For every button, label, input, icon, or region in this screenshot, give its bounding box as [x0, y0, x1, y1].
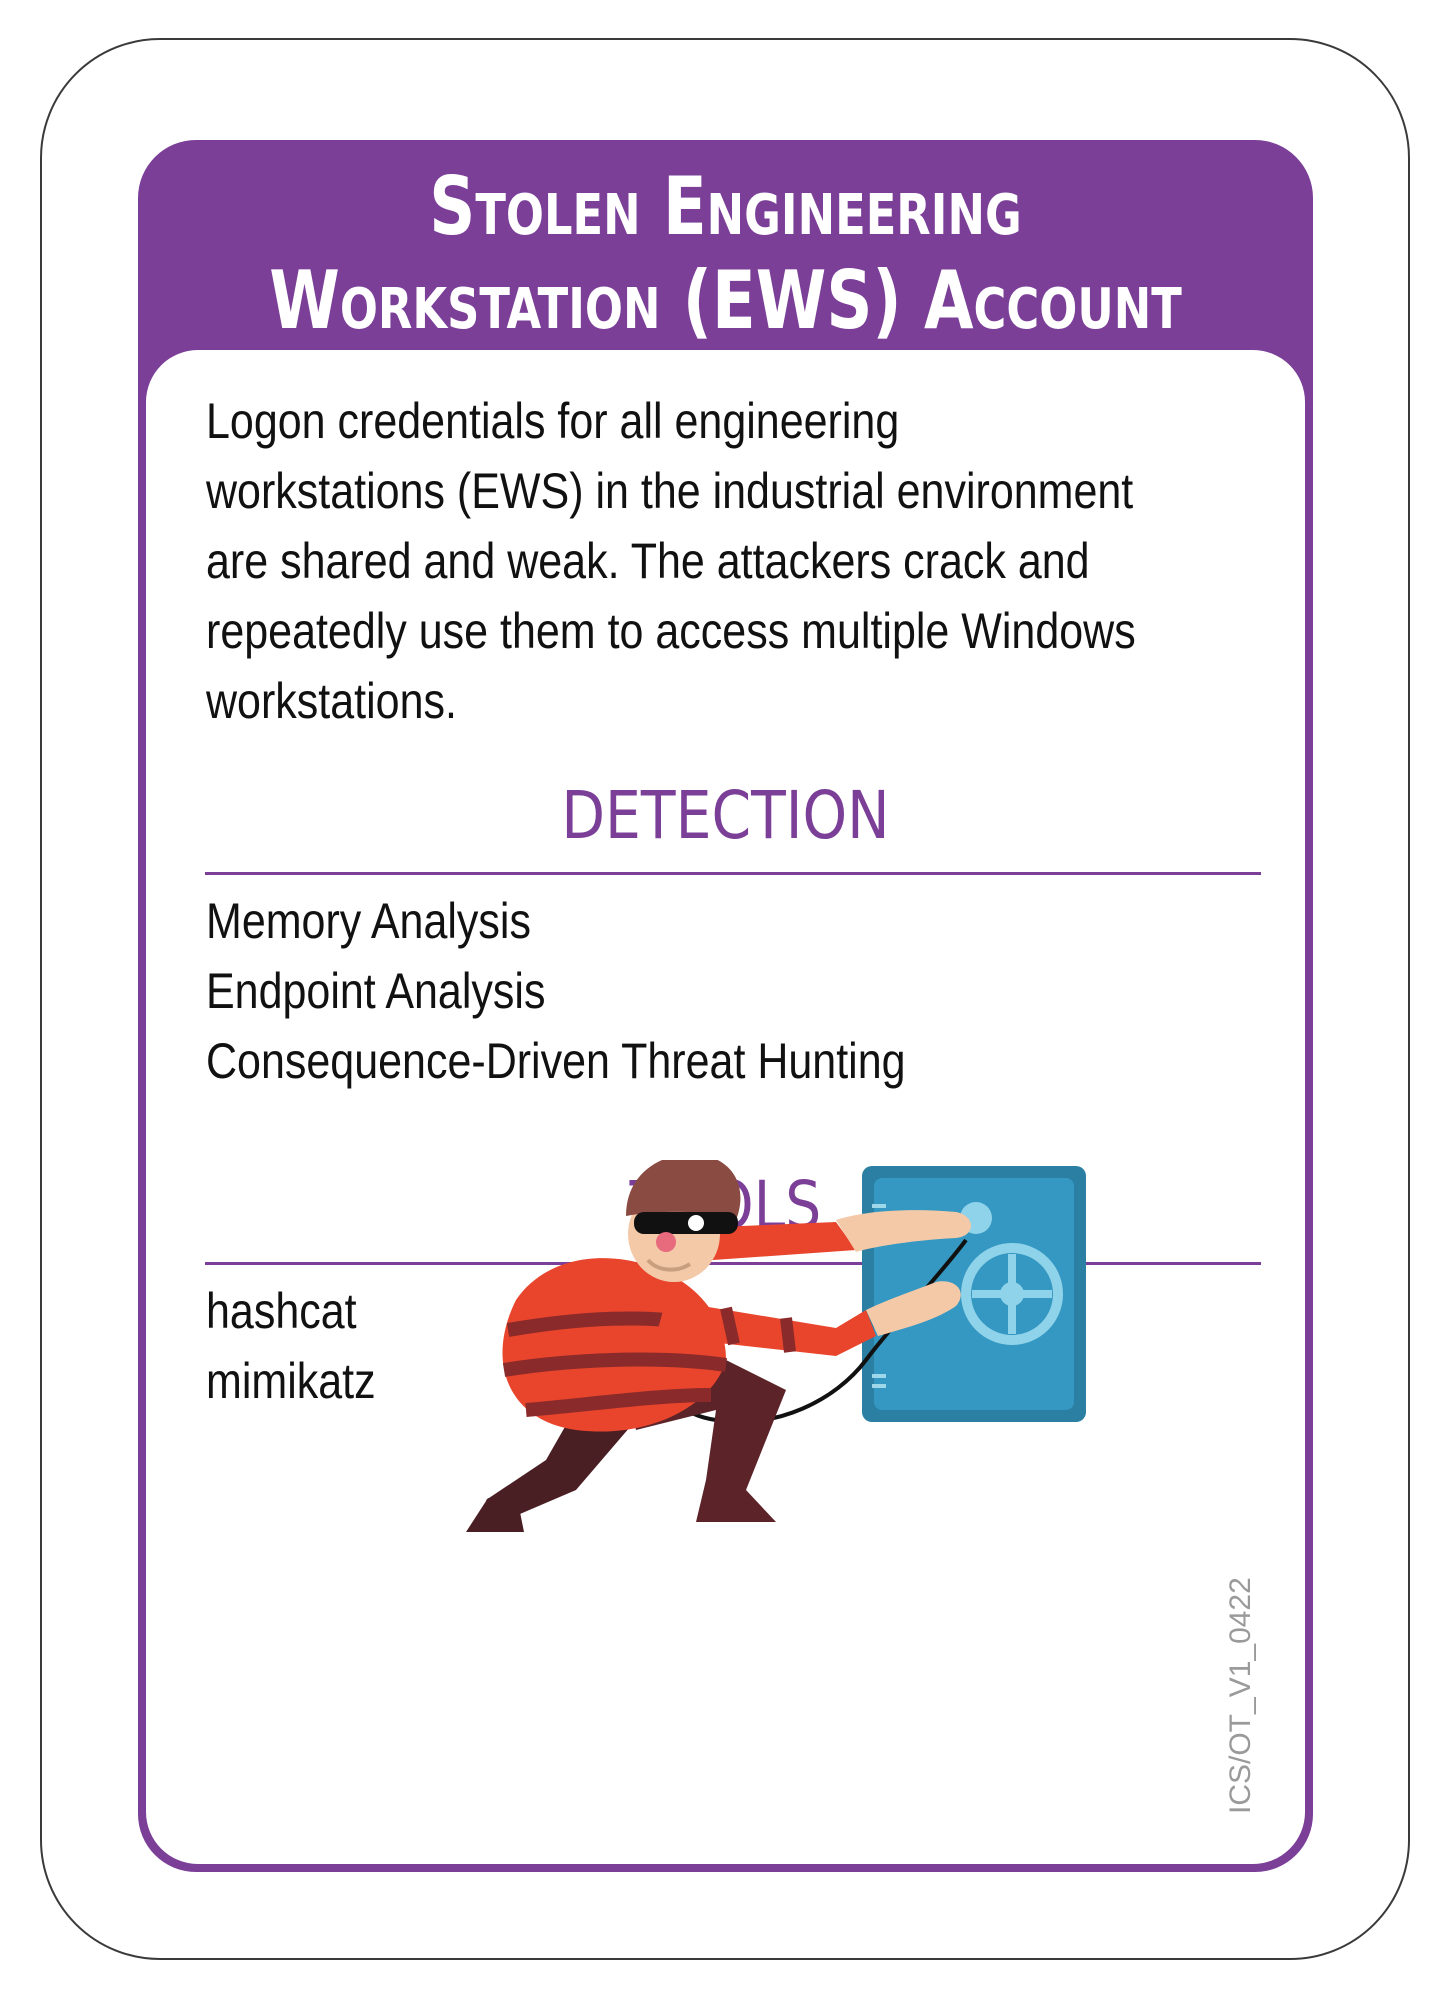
- description-line: workstations (EWS) in the industrial env…: [206, 463, 1134, 519]
- description-line: are shared and weak. The attackers crack…: [206, 533, 1090, 589]
- detection-item: Consequence-Driven Threat Hunting: [206, 1033, 906, 1089]
- description: Logon credentials for all engineering wo…: [206, 386, 1238, 736]
- detection-divider: [205, 872, 1261, 875]
- description-line: workstations.: [206, 673, 457, 729]
- detection-list: Memory Analysis Endpoint Analysis Conseq…: [206, 886, 1238, 1096]
- detection-item: Endpoint Analysis: [206, 963, 546, 1019]
- detection-heading: DETECTION: [561, 777, 890, 854]
- detection-item: Memory Analysis: [206, 893, 531, 949]
- card-frame: Stolen Engineering Workstation (EWS) Acc…: [138, 140, 1313, 1872]
- safe-icon: [862, 1166, 1086, 1422]
- card-title-line-1: Stolen Engineering: [429, 160, 1022, 253]
- card-body: Logon credentials for all engineering wo…: [146, 350, 1305, 1864]
- version-code: ICS/OT_V1_0422: [1224, 1577, 1257, 1814]
- burglar-safe-illustration: [466, 1160, 1086, 1532]
- description-line: repeatedly use them to access multiple W…: [206, 603, 1136, 659]
- description-line: Logon credentials for all engineering: [206, 393, 900, 449]
- card-title: Stolen Engineering Workstation (EWS) Acc…: [256, 160, 1196, 348]
- card-title-line-2: Workstation (EWS) Account: [269, 254, 1182, 347]
